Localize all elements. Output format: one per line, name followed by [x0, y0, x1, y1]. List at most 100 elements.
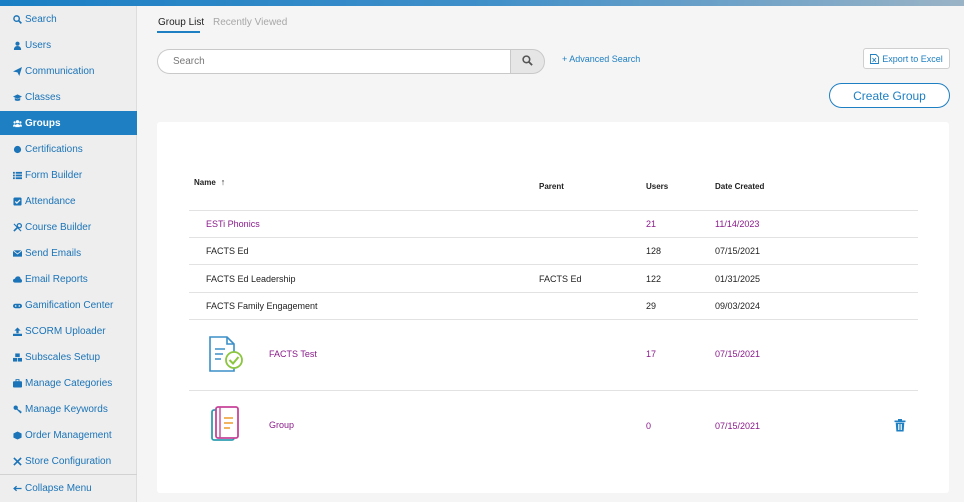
active-tab-indicator	[157, 31, 200, 33]
collapse-menu-label: Collapse Menu	[25, 482, 92, 494]
row-divider	[189, 319, 918, 320]
tab-group-list[interactable]: Group List	[158, 17, 204, 28]
cloud-icon	[12, 274, 23, 285]
row-divider	[189, 390, 918, 391]
wrench-icon	[12, 222, 23, 233]
tab-recently-viewed[interactable]: Recently Viewed	[213, 17, 287, 28]
users-count: 29	[646, 301, 657, 311]
sidebar-item-communication[interactable]: Communication	[0, 59, 137, 83]
sidebar-item-course-builder[interactable]: Course Builder	[0, 215, 137, 239]
users-count: 122	[646, 274, 662, 284]
advanced-search-link[interactable]: + Advanced Search	[562, 54, 640, 64]
row-divider	[189, 264, 918, 265]
delete-trash-icon[interactable]	[894, 419, 906, 432]
date-created: 01/31/2025	[715, 274, 761, 284]
date-created: 11/14/2023	[715, 219, 760, 229]
collapse-menu-button[interactable]: Collapse Menu	[0, 476, 137, 500]
sidebar-item-store-configuration[interactable]: Store Configuration	[0, 449, 137, 473]
export-to-excel-button[interactable]: Export to Excel	[863, 48, 950, 69]
column-header-name-label: Name	[194, 178, 216, 187]
row-divider	[189, 292, 918, 293]
user-icon	[12, 40, 23, 51]
users-icon	[12, 118, 23, 129]
row-divider	[189, 210, 918, 211]
users-count: 17	[646, 349, 657, 359]
sidebar-item-order-management[interactable]: Order Management	[0, 423, 137, 447]
sidebar-item-form-builder[interactable]: Form Builder	[0, 163, 137, 187]
group-name-link[interactable]: FACTS Test	[269, 349, 317, 359]
date-created: 09/03/2024	[715, 301, 761, 311]
group-name[interactable]: FACTS Ed	[206, 246, 249, 256]
sidebar-item-label: Users	[25, 39, 52, 51]
excel-file-icon	[870, 53, 880, 64]
column-header-name[interactable]: Name ↑	[194, 177, 225, 187]
group-name[interactable]: FACTS Family Engagement	[206, 301, 318, 311]
search-input[interactable]	[157, 49, 511, 74]
column-header-date-created[interactable]: Date Created	[715, 182, 764, 191]
date-created: 07/15/2021	[715, 246, 761, 256]
sidebar-item-label: Communication	[25, 65, 95, 77]
sidebar-item-certifications[interactable]: Certifications	[0, 137, 137, 161]
create-group-button[interactable]: Create Group	[829, 83, 950, 108]
users-count: 21	[646, 219, 657, 229]
export-label: Export to Excel	[882, 53, 943, 64]
date-created: 07/15/2021	[715, 421, 761, 431]
sidebar-item-label: SCORM Uploader	[25, 325, 106, 337]
column-header-users[interactable]: Users	[646, 182, 668, 191]
sidebar-item-attendance[interactable]: Attendance	[0, 189, 137, 213]
sidebar-item-label: Manage Categories	[25, 377, 113, 389]
notebook-icon	[211, 406, 239, 441]
sidebar: Search Users Communication Classes Group…	[0, 6, 137, 502]
sidebar-item-scorm-uploader[interactable]: SCORM Uploader	[0, 319, 137, 343]
sidebar-item-gamification-center[interactable]: Gamification Center	[0, 293, 137, 317]
row-divider	[189, 237, 918, 238]
sidebar-item-subscales-setup[interactable]: Subscales Setup	[0, 345, 137, 369]
sidebar-item-label: Order Management	[25, 429, 112, 441]
sidebar-item-label: Groups	[25, 117, 61, 129]
column-header-parent[interactable]: Parent	[539, 182, 564, 191]
sidebar-item-label: Attendance	[25, 195, 76, 207]
date-created: 07/15/2021	[715, 349, 761, 359]
sidebar-item-label: Classes	[25, 91, 61, 103]
sidebar-item-search[interactable]: Search	[0, 7, 137, 31]
sidebar-item-manage-keywords[interactable]: Manage Keywords	[0, 397, 137, 421]
sidebar-item-label: Subscales Setup	[25, 351, 101, 363]
group-name-link[interactable]: Group	[269, 420, 294, 430]
sidebar-item-label: Course Builder	[25, 221, 92, 233]
sidebar-item-label: Email Reports	[25, 273, 88, 285]
sort-ascending-icon: ↑	[220, 177, 226, 187]
sidebar-item-users[interactable]: Users	[0, 33, 137, 57]
sidebar-item-label: Manage Keywords	[25, 403, 108, 415]
cubes-icon	[12, 352, 23, 363]
sidebar-item-label: Send Emails	[25, 247, 82, 259]
upload-icon	[12, 326, 23, 337]
sidebar-item-groups[interactable]: Groups	[0, 111, 137, 135]
parent-name: FACTS Ed	[539, 274, 582, 284]
sidebar-item-label: Certifications	[25, 143, 83, 155]
graduation-cap-icon	[12, 92, 23, 103]
key-icon	[12, 404, 23, 415]
search-button[interactable]	[510, 49, 545, 74]
certificate-icon	[12, 144, 23, 155]
main-content: Group List Recently Viewed + Advanced Se…	[137, 6, 964, 502]
search-icon	[522, 54, 533, 69]
sidebar-item-classes[interactable]: Classes	[0, 85, 137, 109]
group-name-link[interactable]: ESTi Phonics	[206, 219, 260, 229]
group-name[interactable]: FACTS Ed Leadership	[206, 274, 296, 284]
search-icon	[12, 14, 23, 25]
tools-icon	[12, 456, 23, 467]
sidebar-item-manage-categories[interactable]: Manage Categories	[0, 371, 137, 395]
users-count: 128	[646, 246, 662, 256]
check-square-icon	[12, 196, 23, 207]
list-icon	[12, 170, 23, 181]
sidebar-item-label: Gamification Center	[25, 299, 114, 311]
sidebar-divider	[0, 474, 137, 475]
sidebar-item-send-emails[interactable]: Send Emails	[0, 241, 137, 265]
gamepad-icon	[12, 300, 23, 311]
sidebar-item-email-reports[interactable]: Email Reports	[0, 267, 137, 291]
groups-table-card: Name ↑ Parent Users Date Created ESTi Pho…	[157, 122, 949, 493]
sidebar-item-label: Search	[25, 13, 57, 25]
sidebar-item-label: Form Builder	[25, 169, 83, 181]
arrow-left-icon	[12, 483, 23, 494]
envelope-icon	[12, 248, 23, 259]
